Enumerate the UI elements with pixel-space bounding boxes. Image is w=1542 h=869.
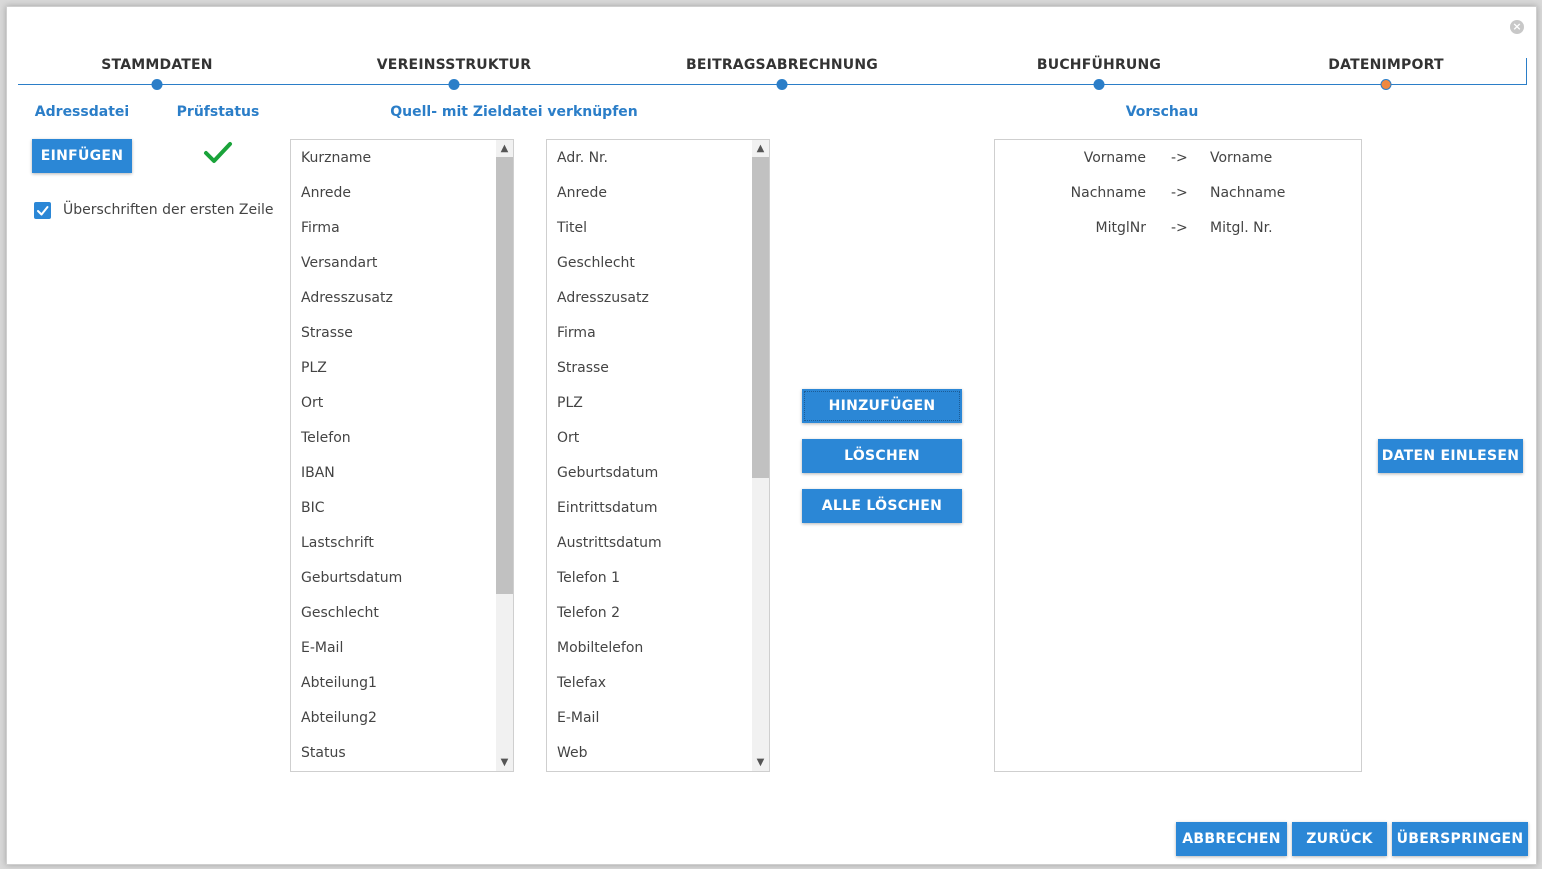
preview-target: Nachname [1210,185,1286,201]
step-dot-vereinsstruktur [448,79,460,90]
preview-source: Nachname [1070,185,1146,201]
target-listbox[interactable]: Adr. Nr. Anrede Titel Geschlecht Adresszusat… [546,139,770,772]
list-item[interactable]: Firma [301,220,340,236]
scroll-up-icon[interactable]: ▲ [752,140,769,157]
alle-loeschen-button[interactable]: ALLE LÖSCHEN [802,489,962,523]
list-item[interactable]: Strasse [301,325,353,341]
target-scrollbar[interactable]: ▲ ▼ [752,140,769,771]
list-item[interactable]: E-Mail [557,710,599,726]
scroll-down-icon[interactable]: ▼ [496,754,513,771]
loeschen-button[interactable]: LÖSCHEN [802,439,962,473]
list-item[interactable]: Ort [301,395,323,411]
checkbox-checked-icon[interactable] [34,202,51,219]
step-dot-buchfuehrung [1093,79,1105,90]
list-item[interactable]: Abteilung1 [301,675,377,691]
list-item[interactable]: Geburtsdatum [301,570,402,586]
abbrechen-button[interactable]: ABBRECHEN [1176,822,1287,856]
preview-arrow: -> [1171,185,1188,201]
stepper-end [1526,58,1527,85]
step-dot-beitragsabrechnung [776,79,788,90]
list-item[interactable]: Anrede [301,185,351,201]
step-dot-datenimport [1380,79,1392,90]
preview-arrow: -> [1171,150,1188,166]
list-item[interactable]: Versandart [301,255,377,271]
step-vereinsstruktur[interactable]: VEREINSSTRUKTUR [377,57,531,73]
checkbox-label: Überschriften der ersten Zeile [63,202,274,218]
source-listbox[interactable]: Kurzname Anrede Firma Versandart Adresszusat… [290,139,514,772]
zurueck-button[interactable]: ZURÜCK [1292,822,1387,856]
import-dialog: × STAMMDATEN VEREINSSTRUKTUR BEITRAGSABR… [6,6,1537,865]
list-item[interactable]: Kurzname [301,150,371,166]
list-item[interactable]: Eintrittsdatum [557,500,657,516]
pruefstatus-title: Prüfstatus [176,104,260,120]
list-item[interactable]: Titel [557,220,587,236]
scroll-down-icon[interactable]: ▼ [752,754,769,771]
step-buchfuehrung[interactable]: BUCHFÜHRUNG [1037,57,1161,73]
step-beitragsabrechnung[interactable]: BEITRAGSABRECHNUNG [686,57,878,73]
scroll-up-icon[interactable]: ▲ [496,140,513,157]
list-item[interactable]: Web [557,745,588,761]
list-item[interactable]: Ort [557,430,579,446]
list-item[interactable]: Lastschrift [301,535,374,551]
list-item[interactable]: Telefon 1 [557,570,620,586]
close-icon[interactable]: × [1510,20,1524,34]
preview-arrow: -> [1171,220,1188,236]
list-item[interactable]: Adresszusatz [301,290,393,306]
preview-target: Mitgl. Nr. [1210,220,1273,236]
check-icon [204,142,232,163]
list-item[interactable]: PLZ [557,395,583,411]
preview-target: Vorname [1210,150,1273,166]
list-item[interactable]: Adresszusatz [557,290,649,306]
list-item[interactable]: IBAN [301,465,335,481]
preview-source: MitglNr [1095,220,1146,236]
list-item[interactable]: Geburtsdatum [557,465,658,481]
adressdatei-title: Adressdatei [34,104,130,120]
hinzufuegen-button[interactable]: HINZUFÜGEN [802,389,962,423]
list-item[interactable]: Telefon 2 [557,605,620,621]
step-stammdaten[interactable]: STAMMDATEN [101,57,212,73]
list-item[interactable]: Mobiltelefon [557,640,643,656]
list-item[interactable]: Telefon [301,430,351,446]
list-item[interactable]: Geschlecht [557,255,635,271]
list-item[interactable]: E-Mail [301,640,343,656]
step-dot-stammdaten [151,79,163,90]
step-datenimport[interactable]: DATENIMPORT [1328,57,1443,73]
list-item[interactable]: Firma [557,325,596,341]
list-item[interactable]: Telefax [557,675,606,691]
preview-source: Vorname [1083,150,1146,166]
vorschau-title: Vorschau [1125,104,1199,120]
list-item[interactable]: Strasse [557,360,609,376]
list-item[interactable]: Anrede [557,185,607,201]
scroll-thumb[interactable] [496,157,513,594]
ueberspringen-button[interactable]: ÜBERSPRINGEN [1392,822,1528,856]
scroll-thumb[interactable] [752,157,769,478]
preview-box: Vorname -> Vorname Nachname -> Nachname MitglN… [994,139,1362,772]
stepper-line [18,84,1527,85]
list-item[interactable]: Geschlecht [301,605,379,621]
list-item[interactable]: Status [301,745,346,761]
daten-einlesen-button[interactable]: DATEN EINLESEN [1378,439,1523,473]
list-item[interactable]: BIC [301,500,325,516]
list-item[interactable]: Adr. Nr. [557,150,608,166]
list-item[interactable]: Abteilung2 [301,710,377,726]
list-item[interactable]: PLZ [301,360,327,376]
list-item[interactable]: Austrittsdatum [557,535,662,551]
einfuegen-button[interactable]: EINFÜGEN [32,139,132,173]
source-scrollbar[interactable]: ▲ ▼ [496,140,513,771]
verknuepfen-title: Quell- mit Zieldatei verknüpfen [390,104,638,120]
